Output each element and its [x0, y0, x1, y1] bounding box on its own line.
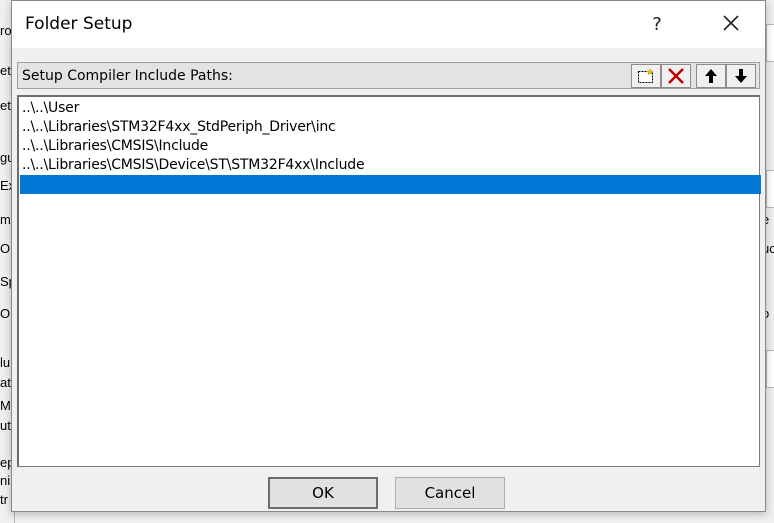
- move-up-button[interactable]: [696, 64, 726, 88]
- title-bar[interactable]: Folder Setup ?: [12, 1, 765, 48]
- background-frame: [766, 170, 774, 208]
- new-path-button[interactable]: [631, 64, 661, 88]
- delete-icon: [668, 68, 684, 84]
- list-item[interactable]: ..\..\Libraries\STM32F4xx_StdPeriph_Driv…: [20, 118, 761, 137]
- ok-button[interactable]: OK: [268, 477, 378, 509]
- background-frame: [766, 24, 774, 62]
- list-item[interactable]: ..\..\User: [20, 99, 761, 118]
- list-item[interactable]: ..\..\Libraries\CMSIS\Device\ST\STM32F4x…: [20, 156, 761, 175]
- list-item-selected-empty[interactable]: [20, 175, 761, 194]
- include-paths-header: Setup Compiler Include Paths:: [17, 62, 760, 89]
- include-paths-list[interactable]: ..\..\User ..\..\Libraries\STM32F4xx_Std…: [17, 95, 761, 467]
- cancel-button[interactable]: Cancel: [395, 477, 505, 509]
- delete-path-button[interactable]: [661, 64, 691, 88]
- arrow-up-icon: [705, 69, 717, 83]
- background-frame: [766, 350, 774, 388]
- background-window-right-edge: [766, 0, 774, 523]
- close-icon: [723, 15, 739, 31]
- dialog-title: Folder Setup: [25, 14, 133, 34]
- move-down-button[interactable]: [726, 64, 756, 88]
- new-folder-icon: [638, 68, 654, 83]
- list-item[interactable]: ..\..\Libraries\CMSIS\Include: [20, 137, 761, 156]
- close-button[interactable]: [708, 7, 754, 41]
- folder-setup-dialog: Folder Setup ? Setup Compiler Include Pa…: [11, 0, 766, 512]
- include-paths-label: Setup Compiler Include Paths:: [22, 68, 233, 84]
- help-button[interactable]: ?: [640, 11, 674, 39]
- arrow-down-icon: [735, 69, 747, 83]
